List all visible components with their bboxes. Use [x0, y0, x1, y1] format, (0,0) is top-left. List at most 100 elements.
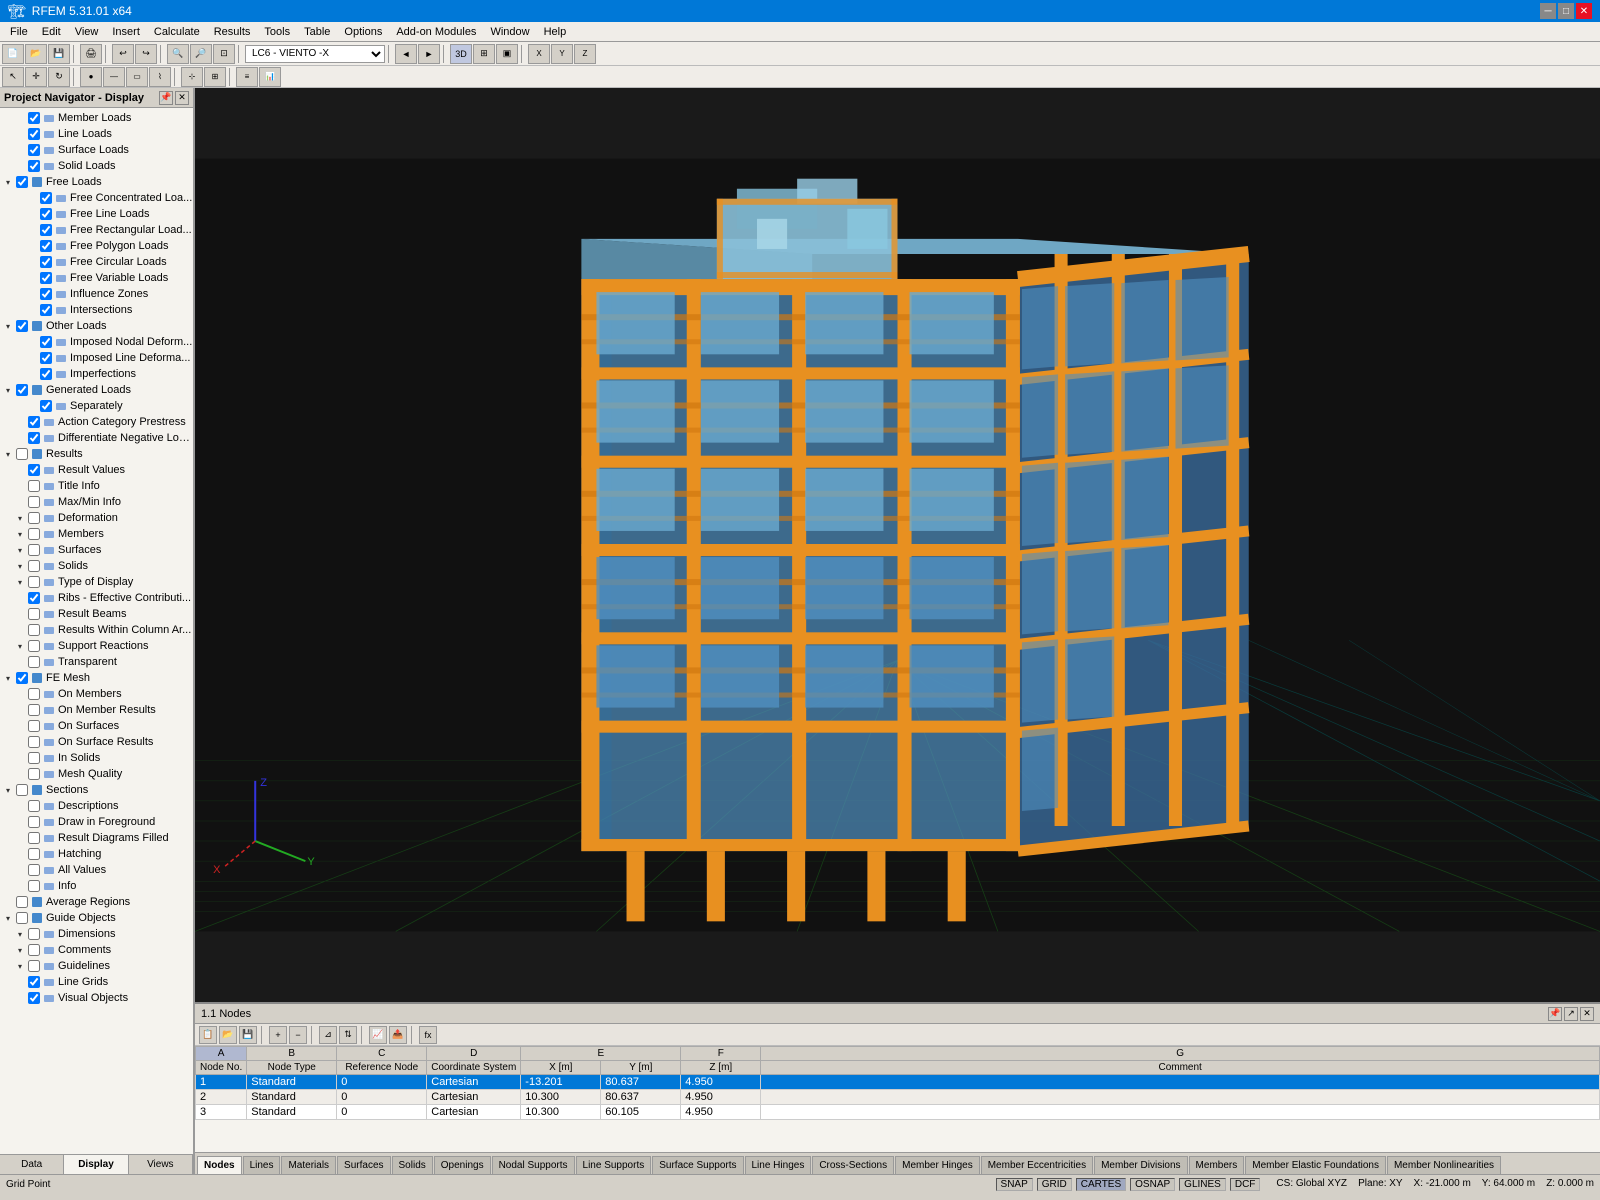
nav-expand-surfaces-result[interactable]: ▾: [14, 544, 26, 556]
bottom-tab-cross-sections[interactable]: Cross-Sections: [812, 1156, 894, 1174]
nav-item-free-polygon[interactable]: Free Polygon Loads: [0, 238, 193, 254]
nav-item-results-within-column[interactable]: Results Within Column Ar...: [0, 622, 193, 638]
nav-checkbox-results[interactable]: [16, 448, 28, 460]
bottom-tab-member-nonlinearities[interactable]: Member Nonlinearities: [1387, 1156, 1501, 1174]
nav-checkbox-average-regions[interactable]: [16, 896, 28, 908]
select-btn[interactable]: ↖: [2, 67, 24, 87]
bottom-tab-nodal-supports[interactable]: Nodal Supports: [492, 1156, 575, 1174]
nav-pin-btn[interactable]: 📌: [159, 91, 173, 105]
nav-checkbox-line-loads[interactable]: [28, 128, 40, 140]
nav-checkbox-on-members[interactable]: [28, 688, 40, 700]
nav-item-comments[interactable]: ▾Comments: [0, 942, 193, 958]
nav-item-differentiate-neg[interactable]: Differentiate Negative Loa...: [0, 430, 193, 446]
dt-new-btn[interactable]: 📋: [199, 1026, 217, 1044]
bottom-tab-lines[interactable]: Lines: [243, 1156, 281, 1174]
nav-checkbox-differentiate-neg[interactable]: [28, 432, 40, 444]
nav-item-free-rectangular[interactable]: Free Rectangular Load...: [0, 222, 193, 238]
menu-file[interactable]: File: [4, 25, 34, 39]
nav-checkbox-sections[interactable]: [16, 784, 28, 796]
dt-graph-btn[interactable]: 📈: [369, 1026, 387, 1044]
nav-expand-generated-loads[interactable]: ▾: [2, 384, 14, 396]
nav-checkbox-line-grids[interactable]: [28, 976, 40, 988]
nav-checkbox-max-min-info[interactable]: [28, 496, 40, 508]
osnap-status[interactable]: OSNAP: [1130, 1178, 1175, 1191]
nav-checkbox-free-concentrated[interactable]: [40, 192, 52, 204]
dt-save-btn[interactable]: 💾: [239, 1026, 257, 1044]
dt-sort-btn[interactable]: ⇅: [339, 1026, 357, 1044]
menu-tools[interactable]: Tools: [258, 25, 296, 39]
nav-item-imposed-nodal[interactable]: Imposed Nodal Deform...: [0, 334, 193, 350]
nav-item-result-values[interactable]: Result Values: [0, 462, 193, 478]
nav-checkbox-intersections[interactable]: [40, 304, 52, 316]
dt-filter-btn[interactable]: ⊿: [319, 1026, 337, 1044]
nav-checkbox-draw-foreground[interactable]: [28, 816, 40, 828]
menu-options[interactable]: Options: [338, 25, 388, 39]
zoom-out-btn[interactable]: 🔎: [190, 44, 212, 64]
nav-item-mesh-quality[interactable]: Mesh Quality: [0, 766, 193, 782]
nav-item-guidelines[interactable]: ▾Guidelines: [0, 958, 193, 974]
nav-item-free-circular[interactable]: Free Circular Loads: [0, 254, 193, 270]
nav-item-line-grids[interactable]: Line Grids: [0, 974, 193, 990]
nav-item-result-diagrams-filled[interactable]: Result Diagrams Filled: [0, 830, 193, 846]
dp-float-btn[interactable]: ↗: [1564, 1007, 1578, 1021]
menu-add-on-modules[interactable]: Add-on Modules: [390, 25, 482, 39]
menu-window[interactable]: Window: [484, 25, 535, 39]
bottom-tab-member-elastic-foundations[interactable]: Member Elastic Foundations: [1245, 1156, 1386, 1174]
dcf-status[interactable]: DCF: [1230, 1178, 1261, 1191]
nav-expand-guidelines[interactable]: ▾: [14, 960, 26, 972]
nav-item-deformation[interactable]: ▾Deformation: [0, 510, 193, 526]
snap-status[interactable]: SNAP: [996, 1178, 1033, 1191]
nav-checkbox-deformation[interactable]: [28, 512, 40, 524]
nav-item-support-reactions[interactable]: ▾Support Reactions: [0, 638, 193, 654]
print-btn[interactable]: 🖨: [80, 44, 102, 64]
results-btn[interactable]: 📊: [259, 67, 281, 87]
nav-item-imposed-line[interactable]: Imposed Line Deforma...: [0, 350, 193, 366]
nav-checkbox-imposed-line[interactable]: [40, 352, 52, 364]
nav-checkbox-surfaces-result[interactable]: [28, 544, 40, 556]
menu-insert[interactable]: Insert: [106, 25, 146, 39]
nav-item-all-values[interactable]: All Values: [0, 862, 193, 878]
nav-expand-solids-result[interactable]: ▾: [14, 560, 26, 572]
calc-btn[interactable]: ≡: [236, 67, 258, 87]
bottom-tab-member-divisions[interactable]: Member Divisions: [1094, 1156, 1187, 1174]
grid-btn[interactable]: ⊞: [204, 67, 226, 87]
nav-item-solids-result[interactable]: ▾Solids: [0, 558, 193, 574]
nav-checkbox-guidelines[interactable]: [28, 960, 40, 972]
nav-item-on-members[interactable]: On Members: [0, 686, 193, 702]
nav-item-free-variable[interactable]: Free Variable Loads: [0, 270, 193, 286]
bottom-tab-line-hinges[interactable]: Line Hinges: [745, 1156, 812, 1174]
node-btn[interactable]: ●: [80, 67, 102, 87]
nav-item-members-result[interactable]: ▾Members: [0, 526, 193, 542]
nav-item-title-info[interactable]: Title Info: [0, 478, 193, 494]
nav-expand-support-reactions[interactable]: ▾: [14, 640, 26, 652]
dp-pin-btn[interactable]: 📌: [1548, 1007, 1562, 1021]
dp-close-btn[interactable]: ✕: [1580, 1007, 1594, 1021]
close-button[interactable]: ✕: [1576, 3, 1592, 19]
bottom-tab-members[interactable]: Members: [1189, 1156, 1245, 1174]
move-btn[interactable]: ✛: [25, 67, 47, 87]
zoom-in-btn[interactable]: 🔍: [167, 44, 189, 64]
nav-checkbox-all-values[interactable]: [28, 864, 40, 876]
nav-item-free-line-loads[interactable]: Free Line Loads: [0, 206, 193, 222]
nav-expand-other-loads[interactable]: ▾: [2, 320, 14, 332]
navigator-content[interactable]: Member LoadsLine LoadsSurface LoadsSolid…: [0, 108, 193, 1154]
nav-checkbox-free-line-loads[interactable]: [40, 208, 52, 220]
nav-item-influence-zones[interactable]: Influence Zones: [0, 286, 193, 302]
bottom-tab-member-hinges[interactable]: Member Hinges: [895, 1156, 980, 1174]
nav-checkbox-surface-loads[interactable]: [28, 144, 40, 156]
nav-expand-dimensions[interactable]: ▾: [14, 928, 26, 940]
nav-checkbox-info-sections[interactable]: [28, 880, 40, 892]
rotate-btn[interactable]: ↻: [48, 67, 70, 87]
nav-item-results[interactable]: ▾Results: [0, 446, 193, 462]
nav-item-dimensions[interactable]: ▾Dimensions: [0, 926, 193, 942]
line-btn[interactable]: —: [103, 67, 125, 87]
nav-checkbox-influence-zones[interactable]: [40, 288, 52, 300]
bottom-tab-materials[interactable]: Materials: [281, 1156, 336, 1174]
nav-close-btn[interactable]: ✕: [175, 91, 189, 105]
cartes-status[interactable]: CARTES: [1076, 1178, 1126, 1191]
nav-item-info-sections[interactable]: Info: [0, 878, 193, 894]
open-btn[interactable]: 📂: [25, 44, 47, 64]
nav-item-type-of-display[interactable]: ▾Type of Display: [0, 574, 193, 590]
shade-btn[interactable]: ▣: [496, 44, 518, 64]
undo-btn[interactable]: ↩: [112, 44, 134, 64]
